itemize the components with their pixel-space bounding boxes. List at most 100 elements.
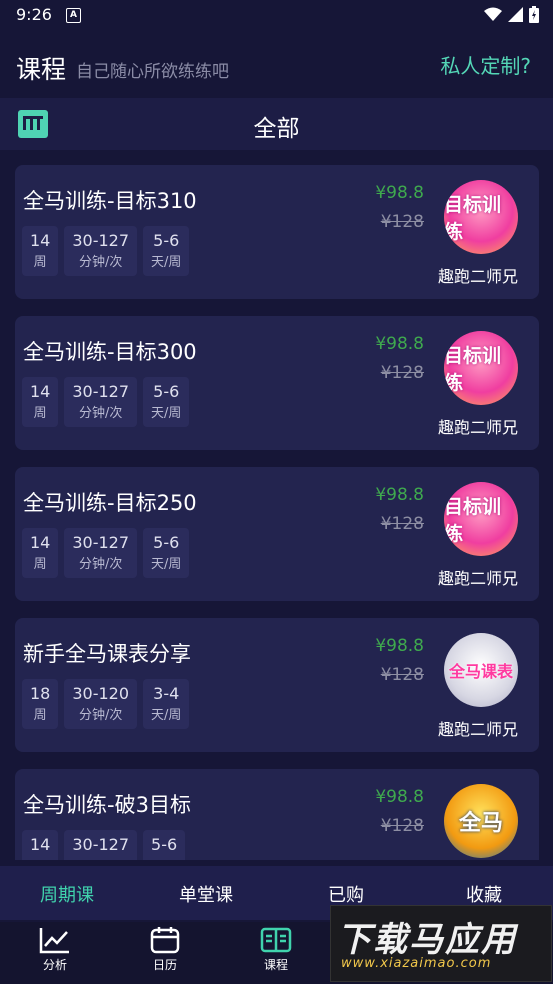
tag-value: 14 xyxy=(30,382,51,401)
course-card[interactable]: 全马训练-目标310 14 周 30-127 分钟/次 5-6 天/周 ¥98.… xyxy=(15,165,539,299)
tag-unit: 天/周 xyxy=(151,557,182,572)
course-price: ¥98.8 xyxy=(375,485,424,505)
custom-plan-link[interactable]: 私人定制? xyxy=(440,50,531,79)
tag-value: 5-6 xyxy=(153,533,180,552)
course-price: ¥98.8 xyxy=(375,334,424,354)
course-tag: 30-127 分钟/次 xyxy=(64,377,138,427)
tab-favorites[interactable]: 收藏 xyxy=(466,881,502,907)
tab-single[interactable]: 单堂课 xyxy=(179,881,233,907)
tag-unit: 周 xyxy=(33,708,47,723)
course-card[interactable]: 全马训练-破3目标 14 30-127 5-6 ¥98.8 ¥128 全马 xyxy=(15,769,539,860)
tag-value: 5-6 xyxy=(153,382,180,401)
tab-purchased[interactable]: 已购 xyxy=(328,881,364,907)
course-original-price: ¥128 xyxy=(380,363,424,383)
tag-unit: 天/周 xyxy=(151,255,182,270)
course-author: 趣跑二师兄 xyxy=(437,418,518,437)
tag-unit: 周 xyxy=(33,557,47,572)
tag-unit: 周 xyxy=(33,406,47,421)
tag-value: 14 xyxy=(30,835,51,854)
status-bar: 9:26 A xyxy=(0,0,553,30)
course-tag: 5-6 天/周 xyxy=(143,528,190,578)
signal-icon xyxy=(508,7,523,22)
course-original-price: ¥128 xyxy=(380,514,424,534)
tag-value: 30-127 xyxy=(72,231,130,250)
course-author: 趣跑二师兄 xyxy=(437,569,518,588)
course-author: 趣跑二师兄 xyxy=(437,267,518,286)
thumbnail-text: 目标训练 xyxy=(444,194,502,243)
tag-unit: 天/周 xyxy=(151,708,182,723)
tag-value: 14 xyxy=(30,231,51,250)
course-card[interactable]: 全马训练-目标250 14 周 30-127 分钟/次 5-6 天/周 ¥98.… xyxy=(15,467,539,601)
tab-periodic[interactable]: 周期课 xyxy=(40,881,94,907)
book-icon xyxy=(260,927,292,953)
status-icons xyxy=(484,6,539,23)
course-thumbnail: 目标训练 xyxy=(444,331,518,405)
watermark-title: 下载马应用 xyxy=(337,920,517,960)
course-tag: 14 周 xyxy=(22,528,59,578)
course-tag: 14 周 xyxy=(22,226,59,276)
nav-label-analysis: 分析 xyxy=(42,958,67,972)
course-thumbnail: 全马 xyxy=(444,784,518,858)
course-tag: 30-120 分钟/次 xyxy=(64,679,138,729)
tag-unit: 分钟/次 xyxy=(79,708,123,723)
course-tag: 14 xyxy=(22,830,59,860)
course-tag: 18 周 xyxy=(22,679,59,729)
tag-value: 5-6 xyxy=(153,231,180,250)
course-author: 趣跑二师兄 xyxy=(437,720,518,739)
filter-label[interactable]: 全部 xyxy=(0,109,553,143)
course-tag: 3-4 天/周 xyxy=(143,679,190,729)
thumbnail-text: 全马 xyxy=(458,811,503,836)
tag-value: 30-127 xyxy=(72,382,130,401)
nav-course[interactable]: 课程 xyxy=(231,926,321,973)
course-card[interactable]: 全马训练-目标300 14 周 30-127 分钟/次 5-6 天/周 ¥98.… xyxy=(15,316,539,450)
tag-unit: 分钟/次 xyxy=(79,557,123,572)
course-title: 新手全马课表分享 xyxy=(23,642,191,666)
course-price: ¥98.8 xyxy=(375,787,424,807)
battery-icon xyxy=(529,6,539,23)
course-original-price: ¥128 xyxy=(380,212,424,232)
tag-value: 3-4 xyxy=(153,684,180,703)
course-tags: 14 周 30-127 分钟/次 5-6 天/周 xyxy=(22,528,190,578)
course-thumbnail: 全马课表 xyxy=(444,633,518,707)
watermark-url: www.xiazaimao.com xyxy=(341,956,492,971)
page-header: 课程 自己随心所欲练练吧 私人定制? xyxy=(0,40,553,90)
thumbnail-text: 目标训练 xyxy=(444,345,502,394)
course-title: 全马训练-目标300 xyxy=(23,340,197,364)
course-tag: 30-127 分钟/次 xyxy=(64,226,138,276)
course-tag: 30-127 分钟/次 xyxy=(64,528,138,578)
tag-value: 5-6 xyxy=(151,835,178,854)
page-title: 课程 xyxy=(16,55,67,84)
thumbnail-text: 全马课表 xyxy=(448,662,513,681)
tag-unit: 分钟/次 xyxy=(79,255,123,270)
tag-unit: 天/周 xyxy=(151,406,182,421)
course-tags: 14 周 30-127 分钟/次 5-6 天/周 xyxy=(22,226,190,276)
tag-unit: 周 xyxy=(33,255,47,270)
course-tag: 5-6 xyxy=(143,830,186,860)
course-title: 全马训练-目标250 xyxy=(23,491,197,515)
course-price: ¥98.8 xyxy=(375,183,424,203)
filter-bar[interactable]: 全部 xyxy=(0,98,553,150)
course-tag: 14 周 xyxy=(22,377,59,427)
nav-analysis[interactable]: 分析 xyxy=(10,926,100,973)
course-price: ¥98.8 xyxy=(375,636,424,656)
course-thumbnail: 目标训练 xyxy=(444,482,518,556)
calendar-icon xyxy=(150,927,180,954)
chart-icon xyxy=(39,928,69,954)
nav-calendar[interactable]: 日历 xyxy=(120,926,210,973)
tag-value: 14 xyxy=(30,533,51,552)
course-title: 全马训练-目标310 xyxy=(23,189,197,213)
tag-value: 30-120 xyxy=(72,684,130,703)
nav-label-course: 课程 xyxy=(263,958,288,972)
tag-value: 30-127 xyxy=(72,835,130,854)
thumbnail-text: 目标训练 xyxy=(444,496,502,545)
accessibility-icon: A xyxy=(66,8,81,23)
course-card[interactable]: 新手全马课表分享 18 周 30-120 分钟/次 3-4 天/周 ¥98.8 ¥… xyxy=(15,618,539,752)
course-list: 全马训练-目标310 14 周 30-127 分钟/次 5-6 天/周 ¥98.… xyxy=(0,150,553,860)
course-thumbnail: 目标训练 xyxy=(444,180,518,254)
course-tag: 5-6 天/周 xyxy=(143,377,190,427)
page-subtitle: 自己随心所欲练练吧 xyxy=(76,62,229,82)
status-time: 9:26 xyxy=(16,5,52,24)
course-tags: 14 30-127 5-6 xyxy=(22,830,186,860)
course-original-price: ¥128 xyxy=(380,816,424,836)
tag-unit: 分钟/次 xyxy=(79,406,123,421)
